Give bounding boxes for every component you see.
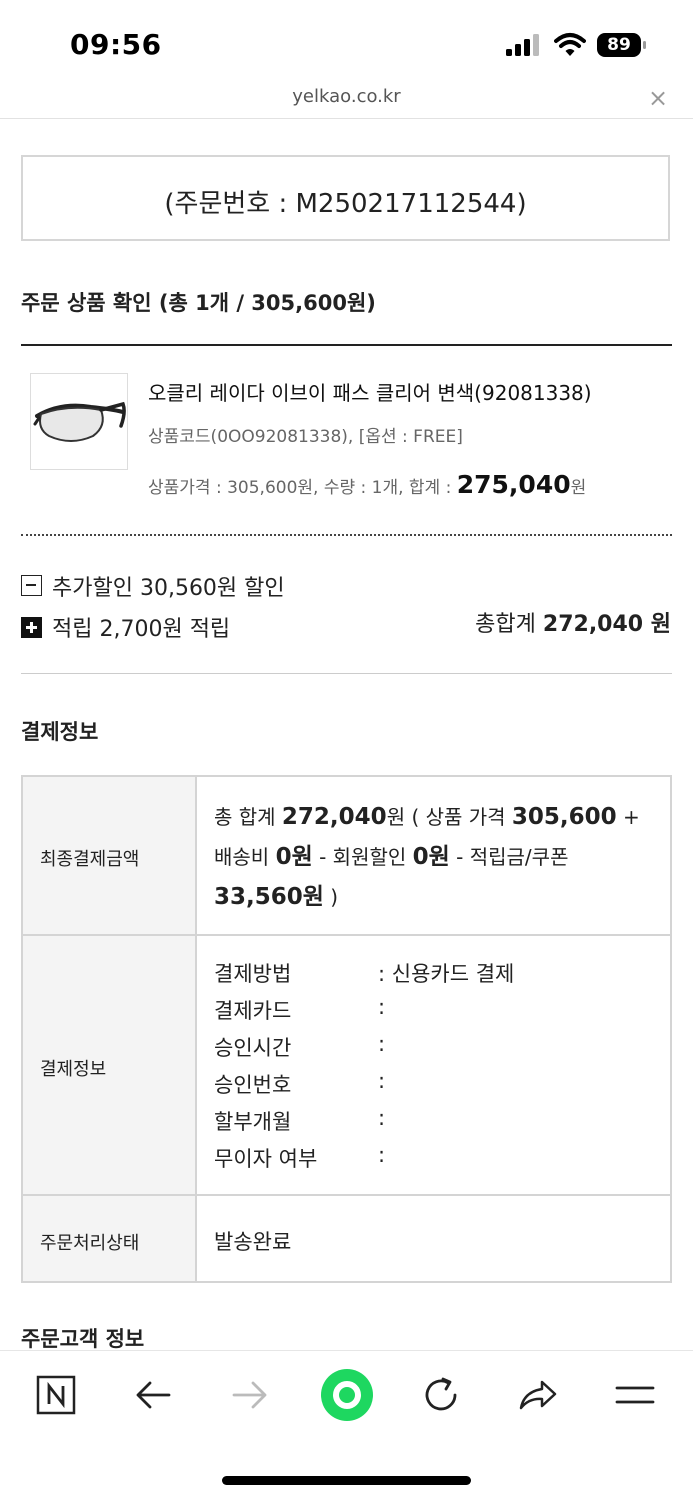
order-status-value: 발송완료 [214,1230,292,1254]
interest-free-key: 무이자 여부 [214,1147,318,1171]
light-divider [21,673,672,674]
installment-value: : [378,1106,386,1130]
battery-level: 89 [597,33,641,57]
product-subtotal: 275,040 [456,470,571,499]
product-section-title: 주문 상품 확인 (총 1개 / 305,600원) [21,291,376,315]
final-amount-label: 최종결제금액 [40,849,140,870]
product-thumbnail[interactable] [30,373,128,470]
approval-time-key: 승인시간 [214,1036,292,1060]
interest-free-value: : [378,1143,386,1167]
order-number: (주문번호 : M250217112544) [164,189,527,219]
forward-arrow-icon[interactable] [227,1372,273,1418]
extra-discount-text: 추가할인 30,560원 할인 [52,576,285,601]
grand-total: 총합계 272,040 원 [475,606,671,638]
back-arrow-icon[interactable] [130,1372,176,1418]
subtotal-unit: 원 [570,478,587,498]
table-row-divider [23,1194,670,1196]
dotted-divider [21,534,672,536]
table-row-divider [23,934,670,936]
product-name[interactable]: 오클리 레이다 이브이 패스 클리어 변색(92081338) [148,377,592,406]
url-label[interactable]: yelkao.co.kr [0,86,693,107]
header-divider [0,118,693,119]
share-icon[interactable] [515,1372,561,1418]
green-dot-icon[interactable] [319,1367,375,1423]
collapse-minus-icon[interactable] [21,575,42,596]
close-icon[interactable]: × [648,84,668,112]
price-prefix: 상품가격 : 305,600원, 수량 : 1개, 합계 : [148,478,457,498]
payment-method-key: 결제방법 [214,962,292,986]
final-amount-detail: 총 합계 272,040원 ( 상품 가격 305,600 + 배송비 0원 -… [214,804,640,910]
customer-section-title: 주문고객 정보 [21,1327,145,1351]
home-indicator[interactable] [222,1476,471,1485]
approval-number-value: : [378,1069,386,1093]
menu-icon[interactable] [612,1372,658,1418]
approval-number-key: 승인번호 [214,1073,292,1097]
installment-key: 할부개월 [214,1110,292,1134]
naver-home-icon[interactable] [33,1372,79,1418]
section-divider [21,344,672,346]
product-price-line: 상품가격 : 305,600원, 수량 : 1개, 합계 : 275,040원 [148,470,586,499]
payment-method-value: : 신용카드 결제 [378,962,515,986]
payment-card-value: : [378,995,386,1019]
payment-info-label: 결제정보 [40,1059,107,1080]
grand-total-value: 272,040 원 [542,612,671,637]
points-text: 적립 2,700원 적립 [52,617,231,642]
order-status-label: 주문처리상태 [40,1233,140,1254]
sunglasses-icon [33,401,126,442]
reload-icon[interactable] [418,1372,464,1418]
payment-section-title: 결제정보 [21,720,99,744]
wifi-icon [554,33,586,56]
battery-icon: 89 [597,33,649,59]
product-code-option: 상품코드(0OO92081338), [옵션 : FREE] [148,427,463,447]
status-time: 09:56 [70,28,162,61]
table-col-divider [195,777,197,1281]
approval-time-value: : [378,1032,386,1056]
payment-card-key: 결제카드 [214,999,292,1023]
grand-total-label: 총합계 [475,612,543,637]
expand-plus-icon[interactable] [21,617,42,638]
signal-icon [506,34,539,56]
